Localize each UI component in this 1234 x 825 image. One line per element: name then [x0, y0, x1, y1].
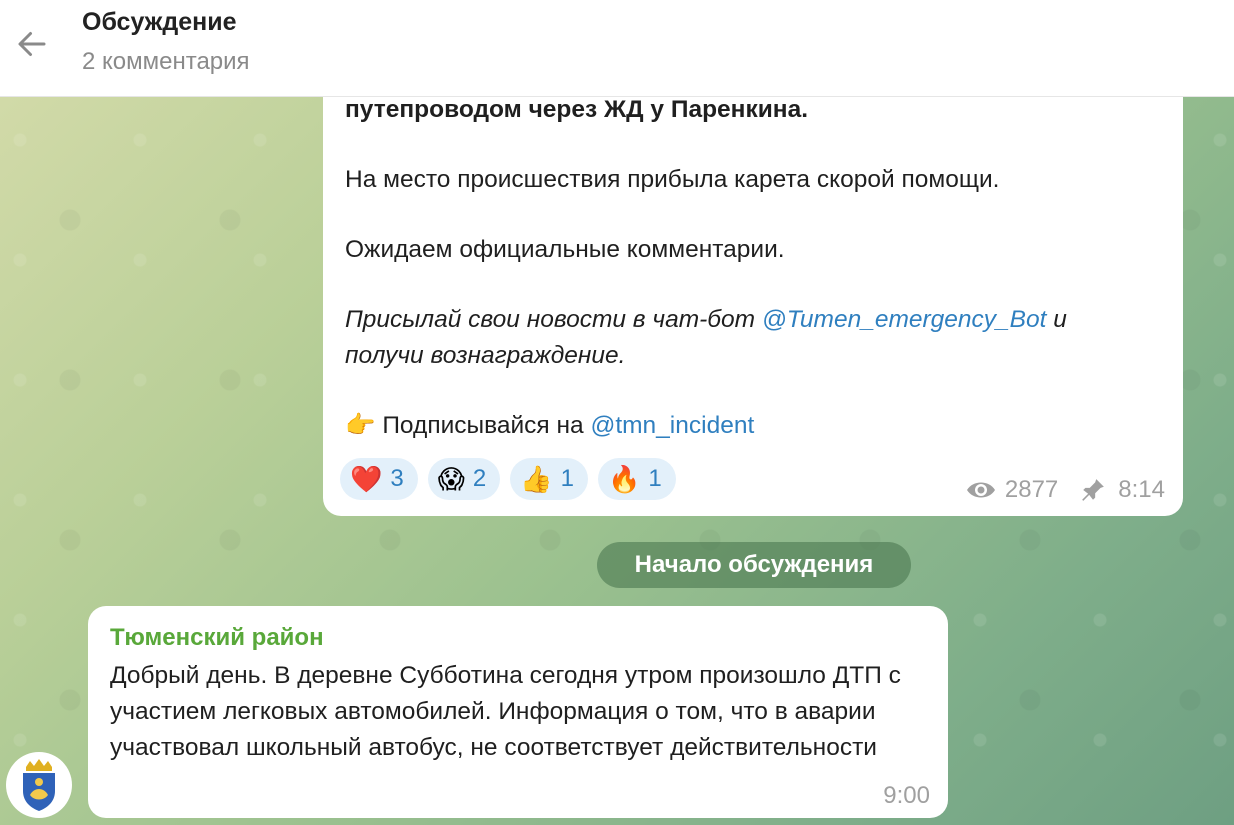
- view-count: 2877: [1004, 476, 1059, 503]
- reactions-bar: ❤️ 3 😱 2 👍 1 🔥 1: [340, 458, 676, 500]
- arrow-left-icon: [18, 32, 46, 56]
- fire-icon: 🔥: [607, 464, 641, 494]
- promo-text-tail: и: [1046, 306, 1067, 333]
- post-promo-line-2: получи вознаграждение.: [345, 342, 626, 369]
- reaction-thumbs-up[interactable]: 👍 1: [510, 458, 588, 500]
- discussion-start-badge: Начало обсуждения: [597, 542, 911, 588]
- chat-header: Обсуждение 2 комментария: [0, 0, 1234, 97]
- reaction-fire[interactable]: 🔥 1: [597, 458, 676, 500]
- channel-link[interactable]: @tmn_incident: [590, 412, 754, 439]
- subscribe-text: Подписывайся на: [375, 412, 591, 439]
- thumbs-up-icon: 👍: [520, 464, 553, 494]
- header-title: Обсуждение: [82, 8, 237, 36]
- back-button[interactable]: [8, 20, 56, 68]
- reaction-scream[interactable]: 😱 2: [427, 458, 501, 500]
- reaction-count: 1: [560, 465, 574, 492]
- reaction-count: 1: [648, 465, 662, 492]
- post-text-bold: путепроводом через ЖД у Паренкина.: [345, 96, 809, 123]
- header-subtitle: 2 комментария: [82, 48, 250, 75]
- avatar[interactable]: [6, 752, 72, 818]
- comment-time: 9:00: [883, 782, 930, 809]
- post-text-awaiting: Ожидаем официальные комментарии.: [345, 236, 785, 263]
- reaction-count: 3: [390, 465, 404, 492]
- comment-bubble[interactable]: Тюменский район Добрый день. В деревне С…: [88, 606, 948, 818]
- reaction-count: 2: [472, 465, 487, 492]
- comment-text: Добрый день. В деревне Субботина сегодня…: [110, 662, 901, 761]
- post-text-ambulance: На место происшествия прибыла карета ско…: [345, 166, 1000, 193]
- coat-of-arms-icon: [23, 759, 55, 811]
- comment-author[interactable]: Тюменский район: [110, 624, 926, 652]
- post-time: 8:14: [1118, 476, 1165, 503]
- scream-face-icon: 😱: [437, 464, 465, 494]
- post-subscribe-line: 👉 Подписывайся на @tmn_incident: [345, 408, 1161, 444]
- post-promo-line: Присылай свои новости в чат-бот @Tumen_e…: [345, 302, 1161, 338]
- pin-icon: [1082, 479, 1105, 501]
- reaction-heart[interactable]: ❤️ 3: [340, 458, 418, 500]
- channel-post-bubble[interactable]: путепроводом через ЖД у Паренкина. На ме…: [323, 60, 1183, 516]
- bot-link[interactable]: @Tumen_emergency_Bot: [762, 306, 1047, 333]
- post-meta: 2877 8:14: [965, 476, 1165, 504]
- eye-icon: [966, 482, 995, 498]
- promo-text: Присылай свои новости в чат-бот: [345, 306, 762, 333]
- heart-icon: ❤️: [350, 464, 383, 494]
- pointing-hand-icon: 👉: [345, 412, 376, 439]
